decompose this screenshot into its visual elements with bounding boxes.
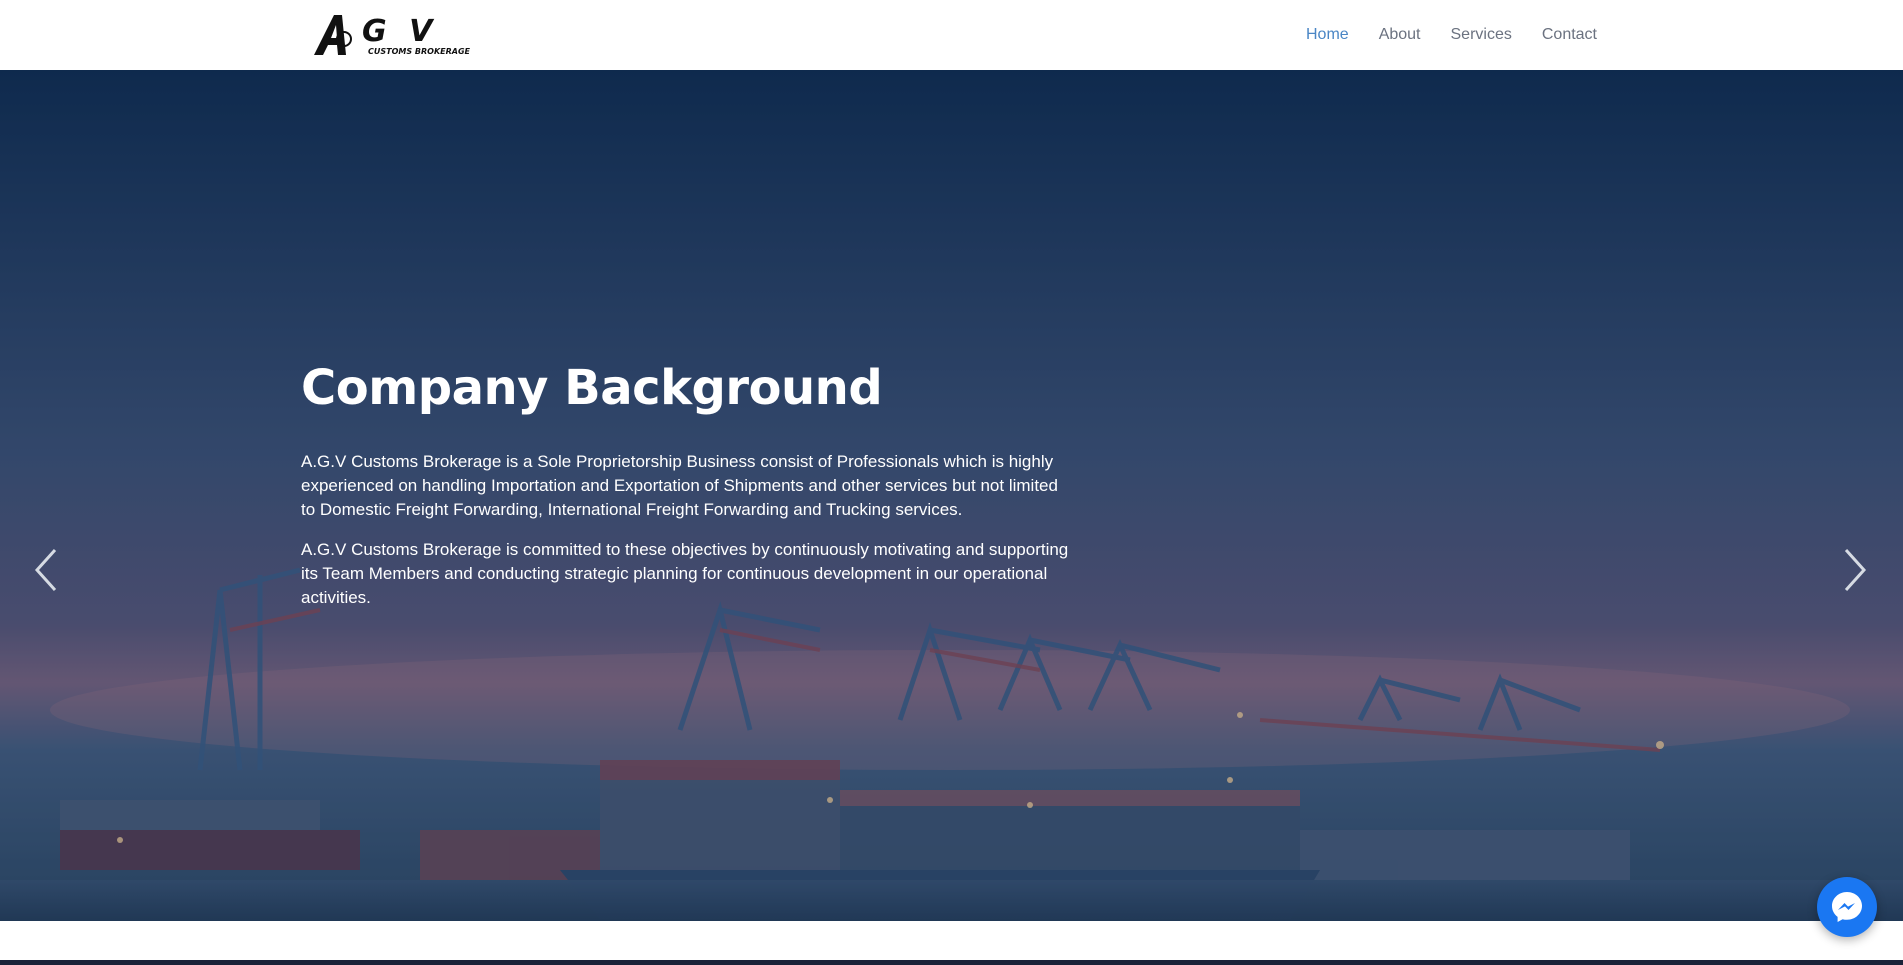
nav-services[interactable]: Services	[1451, 26, 1512, 44]
navbar: G V CUSTOMS BROKERAGE Home About Service…	[0, 0, 1903, 70]
nav-about[interactable]: About	[1379, 26, 1421, 44]
next-section-edge	[0, 960, 1903, 965]
hero-paragraph-2: A.G.V Customs Brokerage is committed to …	[301, 540, 1069, 607]
carousel-prev-button[interactable]	[26, 545, 66, 595]
carousel-next-button[interactable]	[1835, 545, 1875, 595]
hero-paragraph-1: A.G.V Customs Brokerage is a Sole Propri…	[301, 452, 1058, 519]
chevron-left-icon	[34, 548, 57, 592]
nav-contact[interactable]: Contact	[1542, 26, 1597, 44]
nav-home[interactable]: Home	[1306, 26, 1349, 44]
hero-carousel: Company Background A.G.V Customs Brokera…	[0, 70, 1903, 921]
svg-text:G V: G V	[362, 14, 438, 49]
brand-logo[interactable]: G V CUSTOMS BROKERAGE	[312, 11, 492, 59]
hero-content: Company Background A.G.V Customs Brokera…	[301, 360, 1071, 626]
messenger-icon	[1832, 892, 1862, 922]
main-nav: Home About Services Contact	[1306, 0, 1597, 70]
chevron-right-icon	[1844, 548, 1867, 592]
hero-title: Company Background	[301, 360, 883, 416]
messenger-chat-button[interactable]	[1817, 877, 1877, 937]
svg-text:CUSTOMS BROKERAGE: CUSTOMS BROKERAGE	[368, 47, 471, 56]
